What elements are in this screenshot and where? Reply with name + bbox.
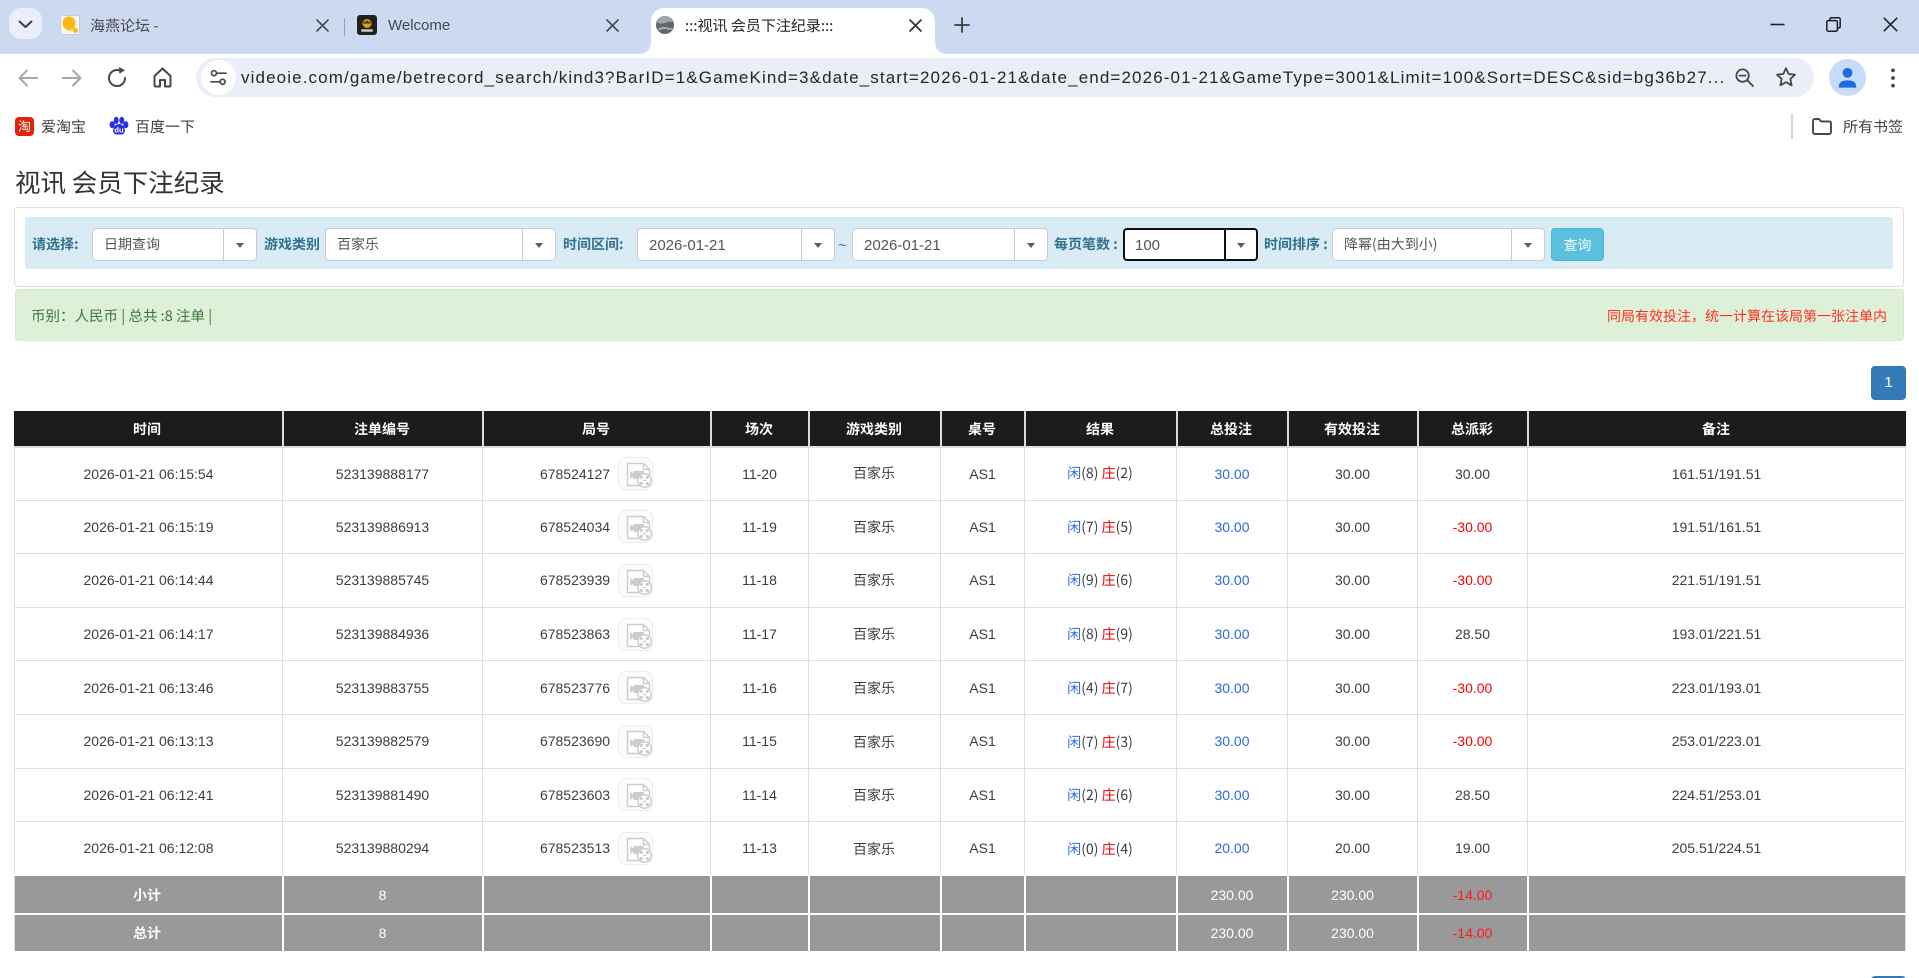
svg-text:du: du bbox=[114, 125, 124, 134]
